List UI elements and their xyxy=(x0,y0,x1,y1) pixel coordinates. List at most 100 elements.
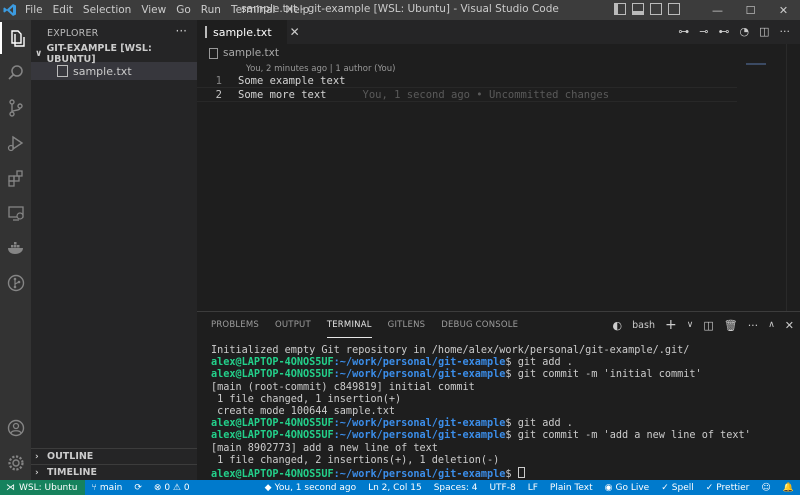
run-debug-icon[interactable] xyxy=(0,127,31,159)
explorer-sidebar: EXPLORER ··· ∨ GIT-EXAMPLE [WSL: UBUNTU]… xyxy=(31,20,197,480)
close-window-icon[interactable]: ✕ xyxy=(767,0,800,20)
terminal-prompt-path: :~/work/personal/git-example xyxy=(333,357,506,369)
terminal-shell-label[interactable]: bash xyxy=(632,320,655,331)
terminal-prompt-user: alex@LAPTOP-4ONOS5UF xyxy=(211,469,334,481)
terminal-prompt-path: :~/work/personal/git-example xyxy=(333,430,506,442)
close-panel-icon[interactable]: ✕ xyxy=(785,319,794,332)
more-actions-icon[interactable]: ··· xyxy=(780,25,791,38)
menu-file[interactable]: File xyxy=(20,0,48,20)
panel-actions: ◐ bash + ∨ ◫ 🗑 ··· ∧ ✕ xyxy=(613,317,794,333)
minimize-icon[interactable]: — xyxy=(701,0,734,20)
spell-check[interactable]: ✓ Spell xyxy=(655,480,700,495)
maximize-icon[interactable]: ☐ xyxy=(734,0,767,20)
terminal-line: 1 file changed, 1 insertion(+) xyxy=(211,393,402,405)
gitlens-icon[interactable] xyxy=(0,267,31,299)
branch-indicator[interactable]: ⑂ main xyxy=(85,480,128,495)
line-number: 1 xyxy=(215,74,222,87)
breadcrumb[interactable]: sample.txt xyxy=(197,44,800,62)
double-check-icon: ✓ xyxy=(705,482,714,493)
tab-sample-txt[interactable]: sample.txt ✕ xyxy=(197,20,300,44)
accounts-icon[interactable] xyxy=(0,412,31,444)
minimap[interactable] xyxy=(746,63,766,65)
docker-icon[interactable] xyxy=(0,232,31,264)
tab-debug-console[interactable]: DEBUG CONSOLE xyxy=(441,312,518,338)
workspace-folder[interactable]: ∨ GIT-EXAMPLE [WSL: UBUNTU] xyxy=(31,43,197,65)
menu-terminal[interactable]: Terminal xyxy=(226,0,280,20)
blame-status[interactable]: ◆ You, 1 second ago xyxy=(259,480,362,495)
end-of-line[interactable]: LF xyxy=(522,480,544,495)
toggle-panel-icon[interactable] xyxy=(632,3,644,15)
toggle-secondary-sidebar-icon[interactable] xyxy=(650,3,662,15)
terminal-shell-icon: ◐ xyxy=(612,318,623,332)
code-line[interactable]: 1 Some example text xyxy=(197,73,737,88)
menu-help[interactable]: Help xyxy=(280,0,314,20)
problems-indicator[interactable]: ⊗ 0 ⚠ 0 xyxy=(148,480,196,495)
chevron-down-icon[interactable]: ∨ xyxy=(687,320,694,330)
terminal-prompt-path: :~/work/personal/git-example xyxy=(333,418,506,430)
vscode-logo-icon xyxy=(0,0,20,20)
open-changes-icon[interactable]: ⊶ xyxy=(678,25,689,38)
remote-explorer-icon[interactable] xyxy=(0,197,31,229)
split-terminal-icon[interactable]: ◫ xyxy=(703,319,713,332)
prettier[interactable]: ✓ Prettier xyxy=(700,480,756,495)
check-icon: ✓ xyxy=(661,482,669,493)
more-actions-icon[interactable]: ··· xyxy=(748,319,759,332)
timeline-section[interactable]: › TIMELINE xyxy=(31,464,197,480)
chevron-down-icon: ∨ xyxy=(35,49,43,59)
notifications-icon[interactable]: 🔔 xyxy=(777,480,800,495)
breadcrumb-label: sample.txt xyxy=(223,47,279,59)
menu-go[interactable]: Go xyxy=(171,0,196,20)
indentation[interactable]: Spaces: 4 xyxy=(428,480,484,495)
more-actions-icon[interactable]: ··· xyxy=(176,24,187,38)
terminal-output[interactable]: Initialized empty Git repository in /hom… xyxy=(211,345,751,481)
toggle-blame-icon[interactable]: ◔ xyxy=(739,25,749,38)
blame-status-label: You, 1 second ago xyxy=(274,482,357,493)
remote-indicator[interactable]: ⋊ WSL: Ubuntu xyxy=(0,480,86,495)
source-control-icon[interactable] xyxy=(0,92,31,124)
text-file-icon xyxy=(209,47,218,59)
split-editor-icon[interactable]: ◫ xyxy=(759,25,769,38)
language-mode[interactable]: Plain Text xyxy=(544,480,599,495)
chevron-up-icon[interactable]: ∧ xyxy=(768,320,775,330)
tab-terminal[interactable]: TERMINAL xyxy=(326,312,372,338)
broadcast-icon: ◉ xyxy=(604,482,613,493)
menu-selection[interactable]: Selection xyxy=(78,0,136,20)
line-number: 2 xyxy=(215,88,222,101)
go-live-label: Go Live xyxy=(615,482,650,493)
cursor-position[interactable]: Ln 2, Col 15 xyxy=(362,480,428,495)
next-revision-icon[interactable]: ⊷ xyxy=(718,25,729,38)
code-line-current[interactable]: 2 Some more text You, 1 second ago • Unc… xyxy=(197,87,737,102)
toggle-sidebar-icon[interactable] xyxy=(614,3,626,15)
tab-output[interactable]: OUTPUT xyxy=(275,312,311,338)
close-tab-icon[interactable]: ✕ xyxy=(290,25,300,39)
line-text: Some more text xyxy=(238,88,327,101)
search-icon[interactable] xyxy=(0,57,31,89)
encoding[interactable]: UTF-8 xyxy=(483,480,521,495)
layout-controls xyxy=(614,3,680,15)
remote-icon: ⋊ xyxy=(6,482,15,493)
go-live[interactable]: ◉ Go Live xyxy=(599,480,656,495)
status-bar: ⋊ WSL: Ubuntu ⑂ main ⟳ ⊗ 0 ⚠ 0 ◆ You, 1 … xyxy=(0,480,800,495)
chevron-right-icon: › xyxy=(35,451,39,462)
customize-layout-icon[interactable] xyxy=(668,3,680,15)
settings-gear-icon[interactable] xyxy=(0,447,31,479)
feedback-icon[interactable]: ☺ xyxy=(755,480,776,495)
trash-icon[interactable]: 🗑 xyxy=(724,319,738,332)
terminal-prompt-user: alex@LAPTOP-4ONOS5UF xyxy=(211,369,334,381)
editor-scrollbar[interactable] xyxy=(786,44,800,311)
new-terminal-icon[interactable]: + xyxy=(665,317,677,333)
title-bar: File Edit Selection View Go Run Terminal… xyxy=(0,0,800,20)
menu-run[interactable]: Run xyxy=(196,0,226,20)
outline-section[interactable]: › OUTLINE xyxy=(31,448,197,464)
text-file-icon xyxy=(205,26,207,38)
inline-blame: You, 1 second ago • Uncommitted changes xyxy=(362,88,610,101)
menu-view[interactable]: View xyxy=(136,0,171,20)
tab-gitlens[interactable]: GITLENS xyxy=(388,312,426,338)
extensions-icon[interactable] xyxy=(0,162,31,194)
sync-icon[interactable]: ⟳ xyxy=(128,480,148,495)
previous-revision-icon[interactable]: ⊸ xyxy=(699,25,708,38)
explorer-icon[interactable] xyxy=(0,22,31,54)
tab-problems[interactable]: PROBLEMS xyxy=(211,312,259,338)
menu-edit[interactable]: Edit xyxy=(48,0,78,20)
terminal-command: $ git commit -m 'add a new line of text' xyxy=(505,430,751,442)
